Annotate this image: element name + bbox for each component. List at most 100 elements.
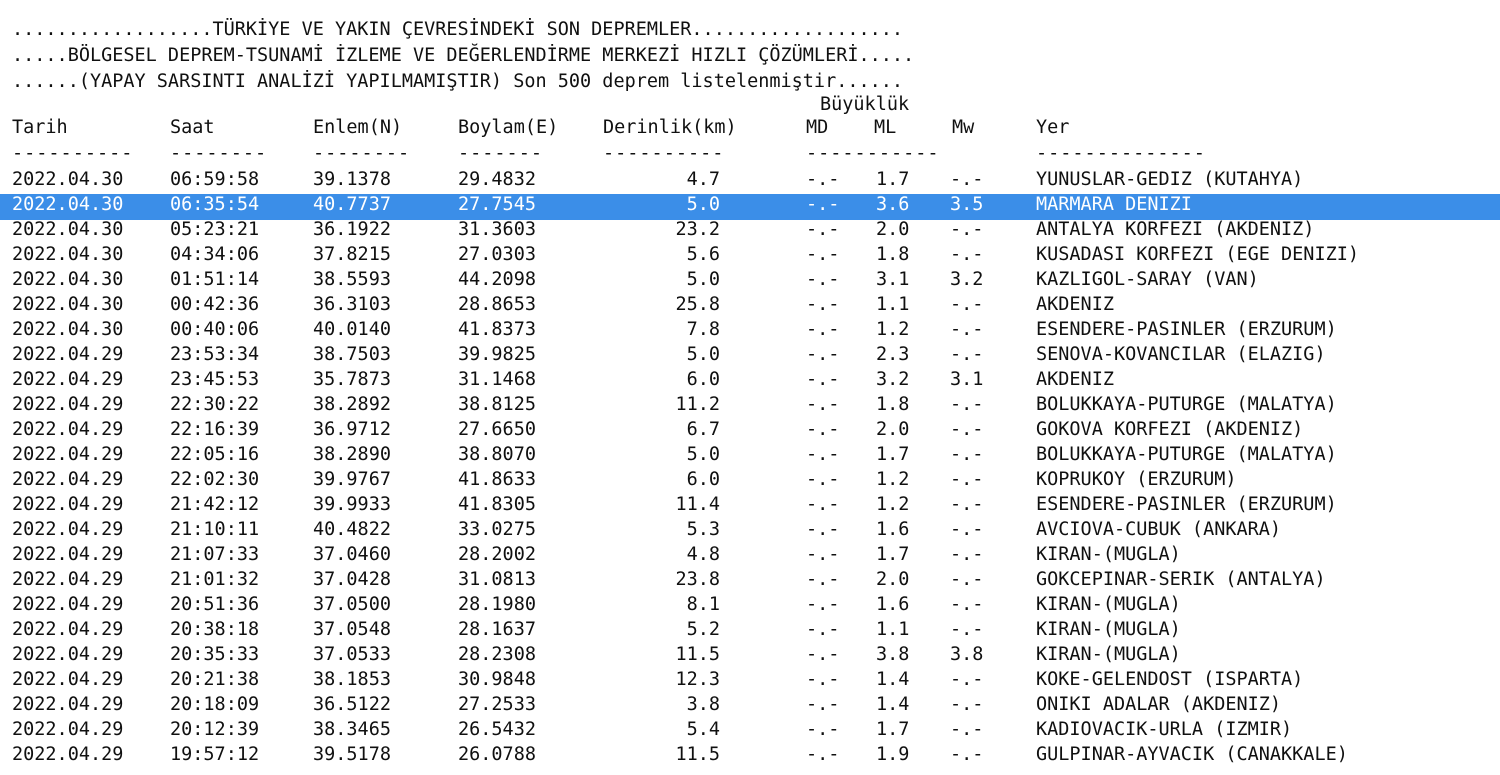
- cell-md: -.-: [806, 519, 840, 540]
- table-row[interactable]: 2022.04.29 20:18:09 36.5122 27.2533 3.8 -.- 1.…: [0, 694, 1500, 720]
- cell-md: -.-: [806, 569, 840, 590]
- cell-time: 06:59:58: [170, 169, 260, 190]
- cell-ml: 1.8: [876, 394, 910, 415]
- cell-date: 2022.04.30: [12, 269, 124, 290]
- table-row[interactable]: 2022.04.30 01:51:14 38.5593 44.2098 5.0 -.- 3.…: [0, 269, 1500, 295]
- cell-ml: 1.9: [876, 744, 910, 765]
- cell-mw: -.-: [950, 569, 984, 590]
- cell-place: KIRAN-(MUGLA): [1036, 544, 1181, 565]
- cell-ml: 1.2: [876, 319, 910, 340]
- cell-latitude: 36.5122: [313, 694, 391, 715]
- cell-longitude: 31.0813: [458, 569, 536, 590]
- separator-date: ----------: [12, 143, 134, 164]
- cell-date: 2022.04.29: [12, 519, 124, 540]
- cell-date: 2022.04.30: [12, 219, 124, 240]
- cell-md: -.-: [806, 394, 840, 415]
- cell-latitude: 40.0140: [313, 319, 391, 340]
- cell-place: KAZLIGOL-SARAY (VAN): [1036, 269, 1259, 290]
- table-row[interactable]: 2022.04.29 19:57:12 39.5178 26.0788 11.5 -.- 1…: [0, 744, 1500, 770]
- cell-depth: 7.8: [686, 319, 720, 340]
- cell-depth: 23.8: [675, 569, 720, 590]
- cell-latitude: 38.3465: [313, 719, 391, 740]
- cell-md: -.-: [806, 294, 840, 315]
- table-row[interactable]: 2022.04.29 22:02:30 39.9767 41.8633 6.0 -.- 1.…: [0, 469, 1500, 495]
- cell-place: AKDENIZ: [1036, 294, 1114, 315]
- cell-ml: 1.4: [876, 669, 910, 690]
- cell-ml: 2.3: [876, 344, 910, 365]
- table-row[interactable]: 2022.04.30 04:34:06 37.8215 27.0303 5.6 -.- 1.…: [0, 244, 1500, 270]
- cell-place: AKDENIZ: [1036, 369, 1114, 390]
- cell-time: 19:57:12: [170, 744, 260, 765]
- cell-mw: 3.2: [950, 269, 984, 290]
- cell-latitude: 35.7873: [313, 369, 391, 390]
- cell-latitude: 40.4822: [313, 519, 391, 540]
- table-row[interactable]: 2022.04.29 22:16:39 36.9712 27.6650 6.7 -.- 2.…: [0, 419, 1500, 445]
- magnitude-group-label: Büyüklük: [820, 94, 910, 115]
- table-row[interactable]: 2022.04.29 21:10:11 40.4822 33.0275 5.3 -.- 1.…: [0, 519, 1500, 545]
- cell-depth: 12.3: [675, 669, 720, 690]
- cell-date: 2022.04.29: [12, 344, 124, 365]
- table-row[interactable]: 2022.04.29 20:35:33 37.0533 28.2308 11.5 -.- 3…: [0, 644, 1500, 670]
- table-row[interactable]: 2022.04.30 00:42:36 36.3103 28.8653 25.8 -.- 1…: [0, 294, 1500, 320]
- cell-time: 00:42:36: [170, 294, 260, 315]
- cell-time: 22:16:39: [170, 419, 260, 440]
- cell-place: GULPINAR-AYVACIK (CANAKKALE): [1036, 744, 1348, 765]
- cell-mw: -.-: [950, 444, 984, 465]
- cell-longitude: 27.2533: [458, 694, 536, 715]
- cell-time: 22:02:30: [170, 469, 260, 490]
- cell-md: -.-: [806, 219, 840, 240]
- cell-md: -.-: [806, 269, 840, 290]
- cell-depth: 8.1: [686, 594, 720, 615]
- cell-mw: -.-: [950, 669, 984, 690]
- cell-longitude: 30.9848: [458, 669, 536, 690]
- table-row[interactable]: 2022.04.29 20:21:38 38.1853 30.9848 12.3 -.- 1…: [0, 669, 1500, 695]
- table-row[interactable]: 2022.04.30 06:59:58 39.1378 29.4832 4.7 -.- 1.…: [0, 169, 1500, 195]
- col-header-md: MD: [806, 117, 829, 138]
- table-row[interactable]: 2022.04.29 21:07:33 37.0460 28.2002 4.8 -.- 1.…: [0, 544, 1500, 570]
- cell-longitude: 38.8070: [458, 444, 536, 465]
- cell-md: -.-: [806, 419, 840, 440]
- cell-longitude: 27.0303: [458, 244, 536, 265]
- cell-ml: 2.0: [876, 569, 910, 590]
- cell-date: 2022.04.29: [12, 494, 124, 515]
- cell-latitude: 37.0548: [313, 619, 391, 640]
- cell-depth: 5.6: [686, 244, 720, 265]
- table-row[interactable]: 2022.04.29 20:51:36 37.0500 28.1980 8.1 -.- 1.…: [0, 594, 1500, 620]
- table-row[interactable]: 2022.04.29 22:30:22 38.2892 38.8125 11.2 -.- 1…: [0, 394, 1500, 420]
- table-row[interactable]: 2022.04.30 00:40:06 40.0140 41.8373 7.8 -.- 1.…: [0, 319, 1500, 345]
- cell-date: 2022.04.29: [12, 669, 124, 690]
- table-row[interactable]: 2022.04.29 21:42:12 39.9933 41.8305 11.4 -.- 1…: [0, 494, 1500, 520]
- table-row[interactable]: 2022.04.30 06:35:54 40.7737 27.7545 5.0 -.- 3.…: [0, 194, 1500, 220]
- table-row[interactable]: 2022.04.29 21:01:32 37.0428 31.0813 23.8 -.- 2…: [0, 569, 1500, 595]
- table-row[interactable]: 2022.04.29 20:38:18 37.0548 28.1637 5.2 -.- 1.…: [0, 619, 1500, 645]
- table-row[interactable]: 2022.04.29 22:05:16 38.2890 38.8070 5.0 -.- 1.…: [0, 444, 1500, 470]
- cell-date: 2022.04.29: [12, 744, 124, 765]
- cell-mw: -.-: [950, 344, 984, 365]
- cell-ml: 3.8: [876, 644, 910, 665]
- table-row[interactable]: 2022.04.29 23:53:34 38.7503 39.9825 5.0 -.- 2.…: [0, 344, 1500, 370]
- cell-latitude: 36.3103: [313, 294, 391, 315]
- cell-date: 2022.04.29: [12, 719, 124, 740]
- cell-mw: -.-: [950, 694, 984, 715]
- cell-mw: 3.8: [950, 644, 984, 665]
- cell-latitude: 37.0500: [313, 594, 391, 615]
- table-row[interactable]: 2022.04.29 23:45:53 35.7873 31.1468 6.0 -.- 3.…: [0, 369, 1500, 395]
- cell-mw: -.-: [950, 519, 984, 540]
- cell-latitude: 38.1853: [313, 669, 391, 690]
- cell-place: AVCIOVA-CUBUK (ANKARA): [1036, 519, 1282, 540]
- cell-md: -.-: [806, 369, 840, 390]
- table-row[interactable]: 2022.04.29 20:12:39 38.3465 26.5432 5.4 -.- 1.…: [0, 719, 1500, 745]
- cell-depth: 25.8: [675, 294, 720, 315]
- table-row[interactable]: 2022.04.30 05:23:21 36.1922 31.3603 23.2 -.- 2…: [0, 219, 1500, 245]
- cell-longitude: 31.1468: [458, 369, 536, 390]
- cell-time: 20:18:09: [170, 694, 260, 715]
- cell-time: 05:23:21: [170, 219, 260, 240]
- cell-place: ESENDERE-PASINLER (ERZURUM): [1036, 319, 1337, 340]
- cell-depth: 4.8: [686, 544, 720, 565]
- cell-ml: 1.7: [876, 169, 910, 190]
- cell-place: GOKOVA KORFEZI (AKDENIZ): [1036, 419, 1304, 440]
- cell-mw: -.-: [950, 619, 984, 640]
- cell-depth: 5.0: [686, 194, 720, 215]
- cell-time: 00:40:06: [170, 319, 260, 340]
- cell-depth: 6.7: [686, 419, 720, 440]
